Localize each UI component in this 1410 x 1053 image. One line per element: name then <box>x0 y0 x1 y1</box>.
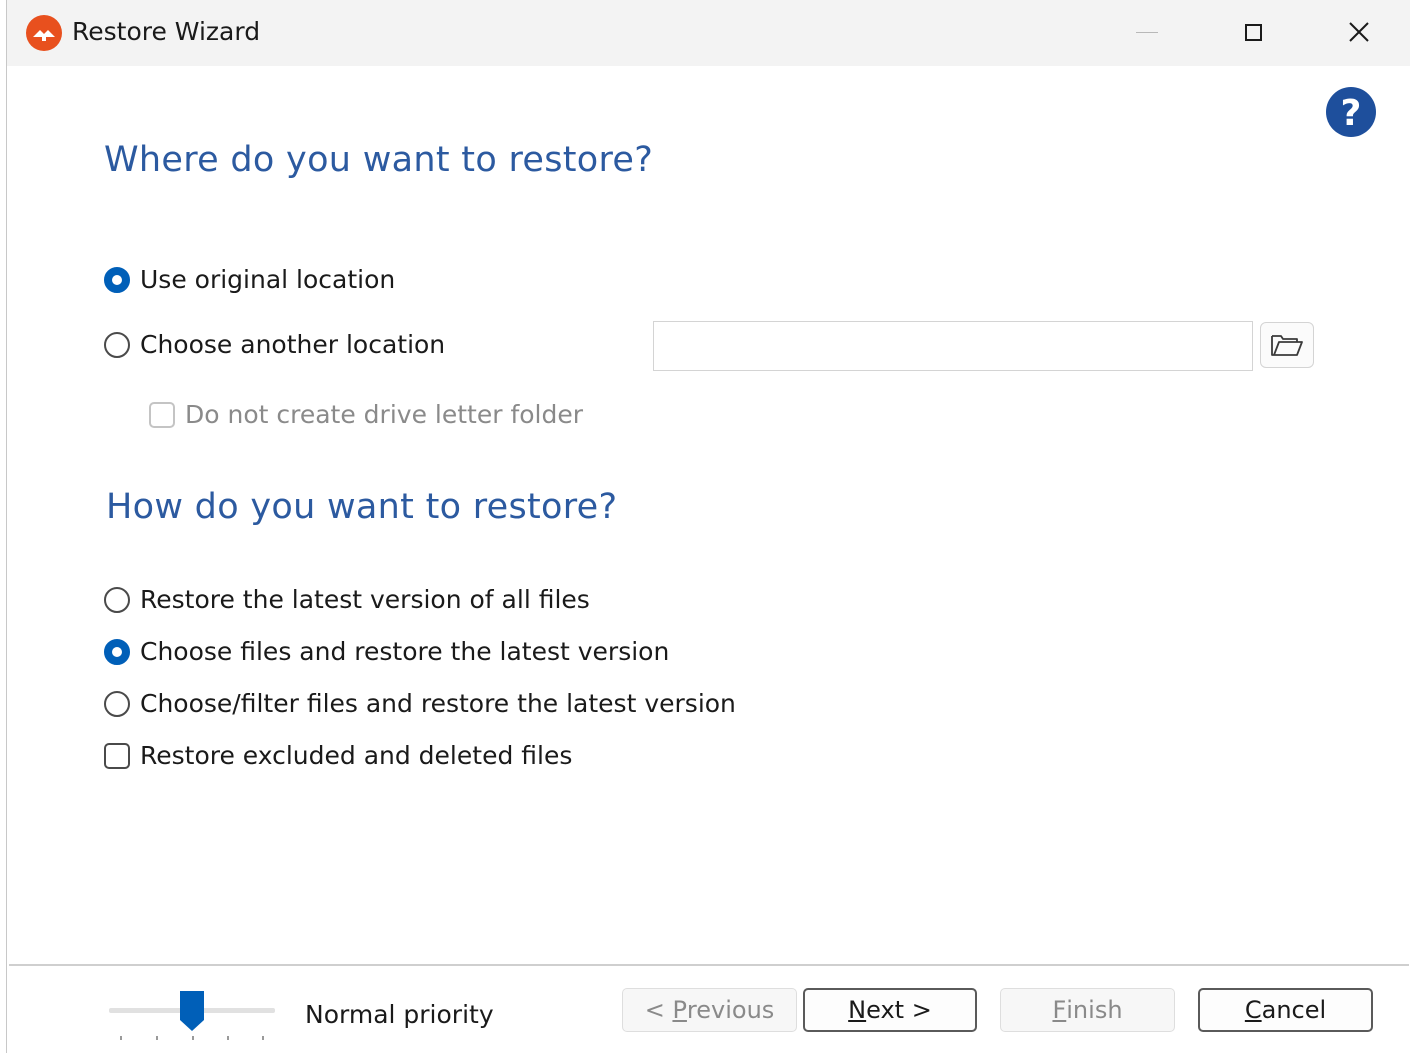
slider-tick <box>227 1036 229 1040</box>
checkbox-label: Restore excluded and deleted files <box>140 741 573 770</box>
window-title: Restore Wizard <box>72 17 261 46</box>
restore-excluded-deleted-checkbox[interactable]: Restore excluded and deleted files <box>104 741 572 770</box>
radio-label: Restore the latest version of all files <box>140 585 590 614</box>
choose-another-location-radio[interactable]: Choose another location <box>104 330 445 359</box>
browse-folder-button[interactable] <box>1260 322 1314 368</box>
button-accelerator-key: F <box>1052 996 1067 1024</box>
radio-indicator[interactable] <box>104 638 130 665</box>
footer-divider <box>9 964 1409 966</box>
radio-label: Choose/filter files and restore the late… <box>140 689 736 718</box>
no-drive-letter-folder-checkbox[interactable]: Do not create drive letter folder <box>149 400 583 429</box>
next-button[interactable]: Next > <box>803 988 977 1032</box>
button-accelerator-key: N <box>848 996 867 1024</box>
minimize-button[interactable] <box>1117 10 1177 54</box>
use-original-location-radio[interactable]: Use original location <box>104 265 395 294</box>
location-heading: Where do you want to restore? <box>104 140 654 180</box>
checkbox-indicator[interactable] <box>104 742 130 769</box>
priority-label: Normal priority <box>305 1000 494 1029</box>
restore-app-icon <box>26 15 62 51</box>
previous-button[interactable]: < Previous <box>622 988 797 1032</box>
button-label-rest: ext > <box>866 996 932 1024</box>
radio-label: Use original location <box>140 265 396 294</box>
maximize-button[interactable] <box>1223 10 1283 54</box>
button-accelerator-key: C <box>1244 996 1262 1024</box>
priority-slider[interactable] <box>107 988 277 1044</box>
close-button[interactable] <box>1329 10 1389 54</box>
restore-latest-all-radio[interactable]: Restore the latest version of all files <box>104 585 590 614</box>
button-label-rest: ancel <box>1261 996 1327 1024</box>
checkbox-label: Do not create drive letter folder <box>185 400 584 429</box>
slider-tick <box>120 1036 122 1040</box>
radio-indicator[interactable] <box>104 690 130 717</box>
button-label-rest: inish <box>1066 996 1123 1024</box>
minimize-icon <box>1136 31 1158 33</box>
location-path-input[interactable] <box>653 321 1253 371</box>
button-accelerator-key: P <box>672 996 687 1024</box>
radio-label: Choose files and restore the latest vers… <box>140 637 670 666</box>
radio-indicator[interactable] <box>104 586 130 613</box>
radio-indicator[interactable] <box>104 266 130 293</box>
choose-filter-files-radio[interactable]: Choose/filter files and restore the late… <box>104 689 736 718</box>
maximize-icon <box>1244 23 1262 41</box>
button-label-rest: revious <box>686 996 775 1024</box>
close-icon <box>1349 22 1369 42</box>
slider-tick <box>262 1036 264 1040</box>
cancel-button[interactable]: Cancel <box>1198 988 1373 1032</box>
slider-tick <box>156 1036 158 1040</box>
slider-tick <box>192 1036 194 1040</box>
radio-label: Choose another location <box>140 330 446 359</box>
title-bar[interactable]: Restore Wizard <box>7 0 1410 66</box>
slider-thumb[interactable] <box>179 990 205 1032</box>
svg-text:?: ? <box>1341 93 1362 134</box>
method-heading: How do you want to restore? <box>106 487 618 527</box>
choose-files-latest-radio[interactable]: Choose files and restore the latest vers… <box>104 637 669 666</box>
help-question-icon[interactable]: ? <box>1325 86 1377 138</box>
checkbox-indicator[interactable] <box>149 401 175 428</box>
finish-button[interactable]: Finish <box>1000 988 1175 1032</box>
button-label-prefix: < <box>644 996 673 1024</box>
folder-open-icon <box>1271 335 1303 356</box>
restore-wizard-window: Restore Wizard ? Where do you want to re… <box>6 0 1410 1053</box>
radio-indicator[interactable] <box>104 331 130 358</box>
